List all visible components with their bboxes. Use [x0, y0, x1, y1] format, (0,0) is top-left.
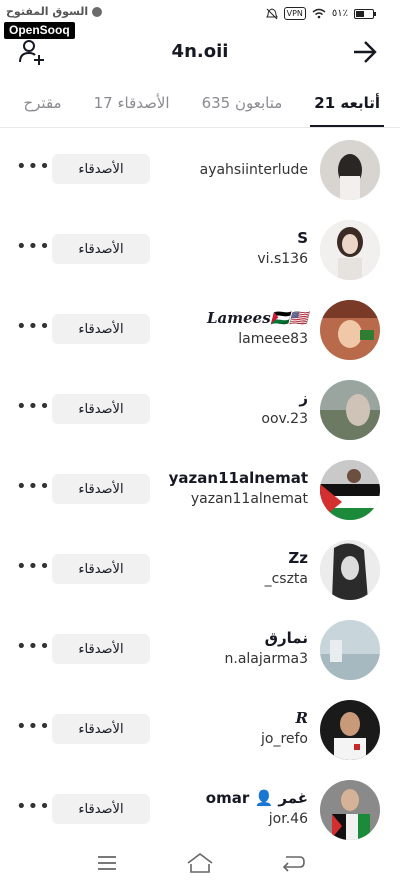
avatar[interactable] — [320, 620, 380, 680]
list-item[interactable]: Lamees🇵🇸🇺🇸 lameee83 الأصدقاء ••• — [0, 290, 400, 370]
user-names: S vi.s136 — [257, 228, 308, 267]
wifi-icon — [312, 8, 326, 19]
avatar[interactable] — [320, 220, 380, 280]
list-item[interactable]: ز oov.23 الأصدقاء ••• — [0, 370, 400, 450]
more-options-icon[interactable]: ••• — [16, 478, 50, 500]
friends-button[interactable]: الأصدقاء — [52, 314, 150, 344]
back-arrow-icon[interactable] — [352, 39, 378, 65]
battery-fill — [356, 10, 364, 17]
username: oov.23 — [261, 411, 308, 427]
user-names: R jo_refo — [261, 708, 308, 747]
display-name: Lamees🇵🇸🇺🇸 — [206, 309, 308, 327]
avatar[interactable] — [320, 380, 380, 440]
avatar[interactable] — [320, 460, 380, 520]
user-names: omar 👤 غمر jor.46 — [206, 788, 308, 827]
battery-percent: ٥١٪ — [331, 8, 348, 19]
user-names: Zz _cszta — [265, 548, 308, 587]
user-names: نمارق n.alajarma3 — [225, 628, 308, 667]
username: jor.46 — [268, 811, 308, 827]
friends-button[interactable]: الأصدقاء — [52, 554, 150, 584]
display-name: Zz — [288, 549, 308, 567]
more-options-icon[interactable]: ••• — [16, 718, 50, 740]
home-icon[interactable] — [185, 851, 215, 875]
username: yazan11alnemat — [190, 491, 308, 507]
display-name: ز — [299, 389, 308, 407]
display-name: yazan11alnemat — [168, 469, 308, 487]
avatar[interactable] — [320, 540, 380, 600]
status-icons: VPN ٥١٪ — [265, 7, 376, 20]
more-options-icon[interactable]: ••• — [16, 798, 50, 820]
avatar[interactable] — [320, 700, 380, 760]
username: vi.s136 — [257, 251, 308, 267]
username: ayahsiinterlude — [199, 162, 308, 178]
tab-bar: أتابعه 21 متابعون 635 الأصدقاء 17 مقترح — [0, 86, 400, 128]
more-options-icon[interactable]: ••• — [16, 318, 50, 340]
page-title: 4n.oii — [171, 41, 229, 62]
more-options-icon[interactable]: ••• — [16, 638, 50, 660]
user-names: Lamees🇵🇸🇺🇸 lameee83 — [207, 308, 308, 347]
battery-icon — [354, 8, 376, 19]
system-nav-bar — [0, 837, 400, 889]
user-names: ز oov.23 — [261, 388, 308, 427]
friends-button[interactable]: الأصدقاء — [52, 634, 150, 664]
list-item[interactable]: yazan11alnemat yazan11alnemat الأصدقاء •… — [0, 450, 400, 530]
list-item[interactable]: R jo_refo الأصدقاء ••• — [0, 690, 400, 770]
list-item[interactable]: S vi.s136 الأصدقاء ••• — [0, 210, 400, 290]
back-nav-icon[interactable] — [278, 851, 308, 875]
list-item[interactable]: Zz _cszta الأصدقاء ••• — [0, 530, 400, 610]
more-options-icon[interactable]: ••• — [16, 558, 50, 580]
avatar[interactable] — [320, 300, 380, 360]
avatar[interactable] — [320, 780, 380, 840]
list-item[interactable]: ayahsiinterlude الأصدقاء ••• — [0, 130, 400, 210]
tab-following[interactable]: أتابعه 21 — [306, 86, 388, 127]
friends-button[interactable]: الأصدقاء — [52, 154, 150, 184]
site-name: السوق المفتوح — [6, 5, 89, 18]
profile-header: 4n.oii — [0, 30, 400, 80]
friends-button[interactable]: الأصدقاء — [52, 234, 150, 264]
user-names: yazan11alnemat yazan11alnemat — [169, 468, 308, 507]
friends-button[interactable]: الأصدقاء — [52, 714, 150, 744]
user-names: ayahsiinterlude — [200, 159, 308, 178]
username: n.alajarma3 — [224, 651, 308, 667]
telegram-icon — [92, 6, 103, 17]
display-name: نمارق — [264, 629, 308, 647]
friends-button[interactable]: الأصدقاء — [52, 474, 150, 504]
display-name: S — [297, 229, 308, 247]
friends-button[interactable]: الأصدقاء — [52, 394, 150, 424]
list-item[interactable]: نمارق n.alajarma3 الأصدقاء ••• — [0, 610, 400, 690]
avatar[interactable] — [320, 140, 380, 200]
tab-suggested[interactable]: مقترح — [15, 86, 69, 127]
friends-button[interactable]: الأصدقاء — [52, 794, 150, 824]
status-bar: السوق المفتوح OpenSooq VPN ٥١٪ — [0, 0, 400, 39]
following-list: ayahsiinterlude الأصدقاء ••• S vi.s136 ا… — [0, 130, 400, 850]
username: jo_refo — [260, 731, 308, 747]
tab-followers[interactable]: متابعون 635 — [194, 86, 291, 127]
username: _cszta — [264, 571, 308, 587]
vpn-badge: VPN — [283, 7, 306, 20]
menu-icon[interactable] — [92, 851, 122, 875]
username: lameee83 — [238, 331, 308, 347]
more-options-icon[interactable]: ••• — [16, 398, 50, 420]
more-options-icon[interactable]: ••• — [16, 158, 50, 180]
display-name: omar 👤 غمر — [205, 789, 308, 807]
mute-icon — [265, 7, 278, 19]
display-name: R — [295, 709, 308, 727]
tab-friends[interactable]: الأصدقاء 17 — [86, 86, 178, 127]
status-left: السوق المفتوح — [6, 5, 103, 18]
more-options-icon[interactable]: ••• — [16, 238, 50, 260]
